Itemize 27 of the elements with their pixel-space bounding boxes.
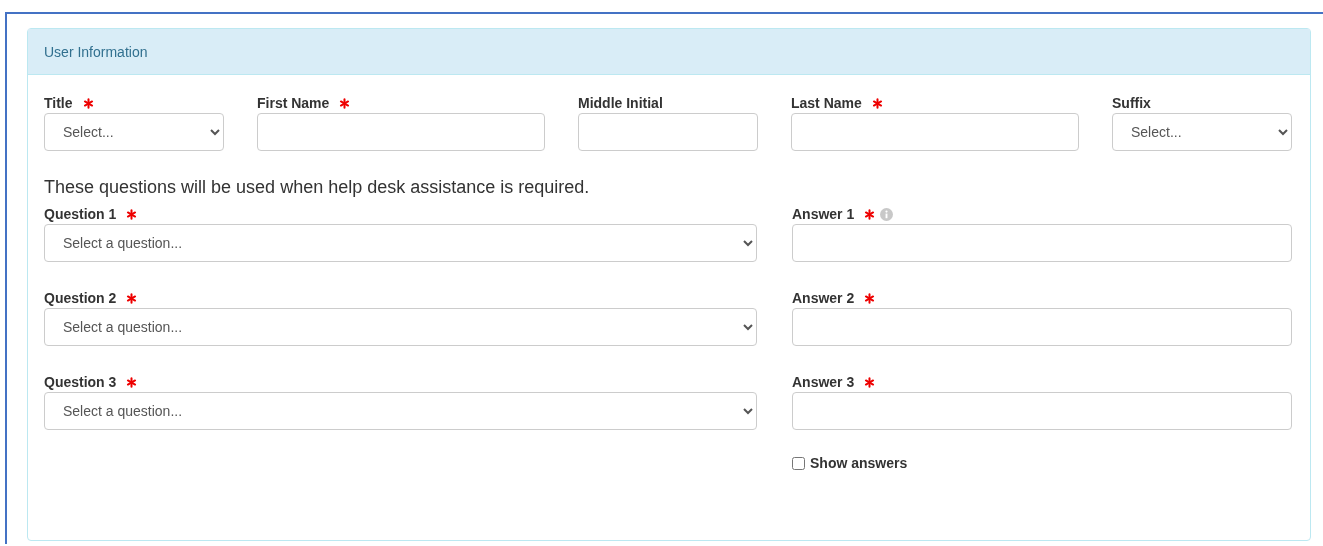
field-label: Answer 1 — [792, 206, 855, 222]
field-label: Question 1 — [44, 206, 117, 222]
field-label: Answer 2 — [792, 290, 855, 306]
field-label: Suffix — [1112, 95, 1151, 111]
text-field[interactable] — [791, 113, 1079, 151]
text-field[interactable] — [578, 113, 758, 151]
field-label: Question 2 — [44, 290, 117, 306]
field-label: Answer 3 — [792, 374, 855, 390]
field-label: Last Name — [791, 95, 862, 111]
question-dropdown[interactable]: Select a question... — [44, 224, 757, 262]
field-label: Title — [44, 95, 73, 111]
answer-field[interactable] — [792, 308, 1292, 346]
dropdown[interactable]: Select... — [1112, 113, 1292, 151]
field-label: Question 3 — [44, 374, 117, 390]
show-answers-checkbox[interactable] — [792, 456, 805, 470]
question-dropdown[interactable]: Select a question... — [44, 392, 757, 430]
field-label: First Name — [257, 95, 330, 111]
panel-title: User Information — [44, 43, 148, 60]
question-dropdown[interactable]: Select a question... — [44, 308, 757, 346]
checkbox-label: Show answers — [810, 455, 908, 471]
text-field[interactable] — [257, 113, 545, 151]
field-label: Middle Initial — [578, 95, 663, 111]
answer-field[interactable] — [792, 224, 1292, 262]
answer-field[interactable] — [792, 392, 1292, 430]
dropdown[interactable]: Select... — [44, 113, 224, 151]
info-icon[interactable] — [880, 207, 894, 221]
help-text: These questions will be used when help desk assistance is required. — [44, 176, 591, 199]
